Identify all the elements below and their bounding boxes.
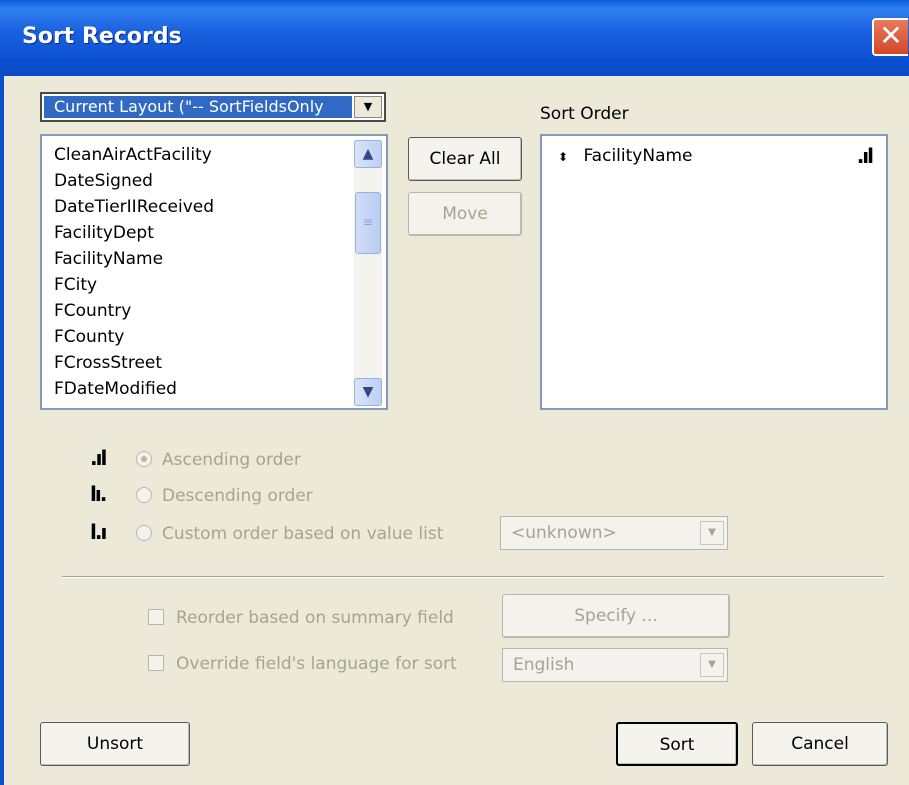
custom-radio[interactable] bbox=[136, 525, 152, 541]
override-language-checkbox[interactable] bbox=[148, 655, 164, 671]
divider bbox=[62, 576, 884, 578]
chevron-down-icon[interactable]: ▼ bbox=[354, 96, 382, 118]
layout-dropdown-value: Current Layout ("-- SortFieldsOnly bbox=[44, 96, 352, 118]
close-icon: ✕ bbox=[879, 19, 903, 52]
field-list-items: CleanAirActFacility DateSigned DateTierI… bbox=[54, 142, 214, 402]
custom-order-icon: l.ı bbox=[90, 520, 107, 544]
ascending-label: Ascending order bbox=[162, 450, 301, 470]
window-title: Sort Records bbox=[22, 24, 182, 49]
ascending-radio[interactable] bbox=[136, 451, 152, 467]
list-item[interactable]: DateSigned bbox=[54, 168, 214, 194]
field-list[interactable]: CleanAirActFacility DateSigned DateTierI… bbox=[40, 134, 388, 410]
unsort-button[interactable]: Unsort bbox=[40, 722, 190, 766]
custom-order-option[interactable]: l.ı Custom order based on value list bbox=[90, 518, 443, 546]
reorder-summary-option[interactable]: Reorder based on summary field bbox=[148, 604, 454, 632]
list-item[interactable]: FCrossStreet bbox=[54, 350, 214, 376]
descending-order-option[interactable]: lı. Descending order bbox=[90, 480, 313, 508]
value-list-value: <unknown> bbox=[511, 523, 617, 543]
move-handle-icon[interactable]: ⬍ bbox=[558, 150, 568, 164]
language-dropdown[interactable]: English ▼ bbox=[502, 648, 728, 682]
override-language-option[interactable]: Override field's language for sort bbox=[148, 650, 457, 678]
descending-radio[interactable] bbox=[136, 487, 152, 503]
sort-button[interactable]: Sort bbox=[616, 722, 738, 766]
ascending-order-option[interactable]: .ıl Ascending order bbox=[90, 444, 301, 472]
move-button[interactable]: Move bbox=[408, 192, 522, 236]
list-item[interactable]: DateTierIIReceived bbox=[54, 194, 214, 220]
close-button[interactable]: ✕ bbox=[872, 18, 908, 56]
sort-order-list[interactable]: ⬍ FacilityName .ıl bbox=[540, 134, 888, 410]
window-frame-left bbox=[0, 76, 4, 785]
sort-field-name: FacilityName bbox=[583, 146, 693, 166]
scroll-thumb[interactable]: ≡ bbox=[355, 192, 381, 254]
ascending-order-icon: .ıl bbox=[856, 144, 874, 168]
list-item[interactable]: FCity bbox=[54, 272, 214, 298]
language-value: English bbox=[513, 655, 575, 675]
ascending-order-icon: .ıl bbox=[90, 446, 107, 470]
custom-label: Custom order based on value list bbox=[162, 524, 444, 544]
list-item[interactable]: ⬍ FacilityName bbox=[558, 146, 693, 166]
clear-all-button[interactable]: Clear All bbox=[408, 137, 522, 181]
cancel-button[interactable]: Cancel bbox=[752, 722, 888, 766]
value-list-dropdown[interactable]: <unknown> ▼ bbox=[500, 516, 728, 550]
descending-order-icon: lı. bbox=[90, 482, 107, 506]
layout-dropdown[interactable]: Current Layout ("-- SortFieldsOnly ▼ bbox=[40, 92, 386, 122]
list-item[interactable]: FDateModified bbox=[54, 376, 214, 402]
reorder-summary-label: Reorder based on summary field bbox=[176, 608, 454, 628]
list-item[interactable]: FacilityName bbox=[54, 246, 214, 272]
field-list-scrollbar[interactable]: ▲ ≡ ▼ bbox=[354, 140, 382, 406]
list-item[interactable]: FCounty bbox=[54, 324, 214, 350]
override-language-label: Override field's language for sort bbox=[176, 654, 457, 674]
chevron-down-icon[interactable]: ▼ bbox=[700, 653, 724, 677]
reorder-summary-checkbox[interactable] bbox=[148, 609, 164, 625]
scroll-down-icon[interactable]: ▼ bbox=[354, 378, 382, 406]
list-item[interactable]: FacilityDept bbox=[54, 220, 214, 246]
scroll-up-icon[interactable]: ▲ bbox=[354, 140, 382, 168]
sort-order-label: Sort Order bbox=[540, 104, 629, 124]
specify-button[interactable]: Specify ... bbox=[502, 594, 730, 638]
descending-label: Descending order bbox=[162, 486, 313, 506]
list-item[interactable]: CleanAirActFacility bbox=[54, 142, 214, 168]
chevron-down-icon[interactable]: ▼ bbox=[700, 521, 724, 545]
list-item[interactable]: FCountry bbox=[54, 298, 214, 324]
